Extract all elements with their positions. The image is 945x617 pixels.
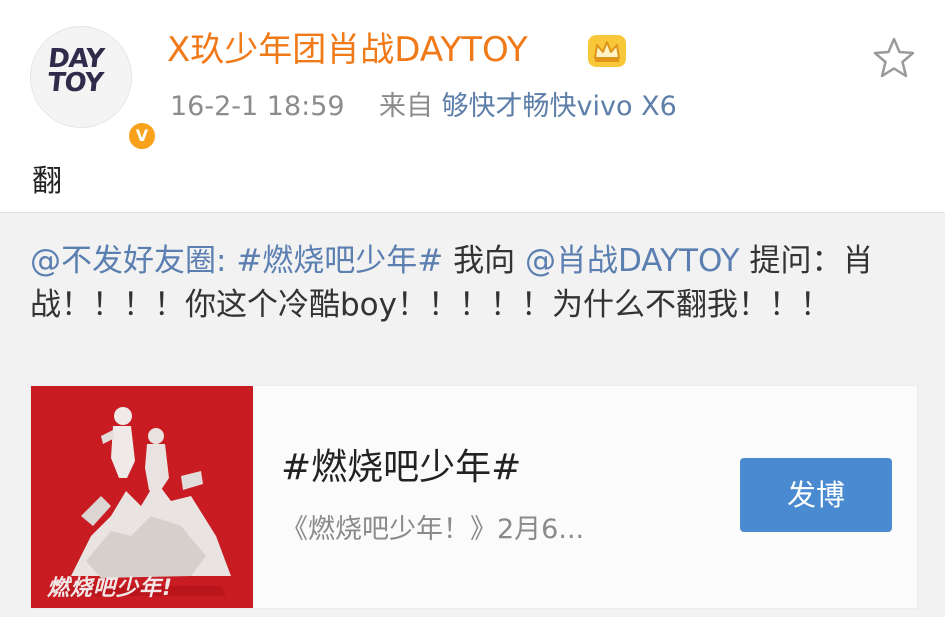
topic-card-title[interactable]: #燃烧吧少年# bbox=[281, 446, 521, 490]
username[interactable]: X玖少年团肖战DAYTOY bbox=[167, 28, 528, 72]
star-icon[interactable] bbox=[872, 36, 916, 80]
post-weibo-button[interactable]: 发博 bbox=[740, 458, 892, 532]
repost-text-part1: 我向 bbox=[453, 243, 525, 279]
repost-area[interactable]: @不发好友圈: #燃烧吧少年# 我向 @肖战DAYTOY 提问：肖战！！！！你这… bbox=[0, 212, 945, 617]
source-prefix: 来自 bbox=[378, 91, 433, 122]
repost-mention-target[interactable]: @肖战DAYTOY bbox=[525, 243, 740, 279]
weibo-post: DAY TOY V X玖少年团肖战DAYTOY 16-2-1 18:59 来自 … bbox=[0, 0, 945, 617]
crown-icon bbox=[588, 35, 626, 67]
post-meta: 16-2-1 18:59 来自 够快才畅快vivo X6 bbox=[170, 88, 677, 126]
post-source[interactable]: 够快才畅快vivo X6 bbox=[442, 91, 677, 122]
verified-badge-icon: V bbox=[127, 121, 157, 151]
avatar-logo: DAY TOY bbox=[44, 44, 106, 98]
repost-text: @不发好友圈: #燃烧吧少年# 我向 @肖战DAYTOY 提问：肖战！！！！你这… bbox=[30, 239, 920, 327]
avatar[interactable]: DAY TOY V bbox=[30, 26, 157, 151]
repost-mention-user[interactable]: @不发好友圈: bbox=[30, 243, 226, 279]
topic-card-subtitle: 《燃烧吧少年！》2月6... bbox=[281, 514, 585, 545]
thumbnail-caption: 燃烧吧少年! bbox=[47, 576, 174, 601]
topic-card[interactable]: 燃烧吧少年! #燃烧吧少年# 《燃烧吧少年！》2月6... 发博 bbox=[30, 385, 918, 609]
post-time: 16-2-1 18:59 bbox=[170, 91, 345, 122]
topic-thumbnail: 燃烧吧少年! bbox=[31, 386, 253, 608]
repost-topic[interactable]: #燃烧吧少年# bbox=[236, 243, 443, 279]
avatar-logo-line2: TOY bbox=[46, 68, 105, 98]
post-text: 翻 bbox=[32, 164, 62, 199]
